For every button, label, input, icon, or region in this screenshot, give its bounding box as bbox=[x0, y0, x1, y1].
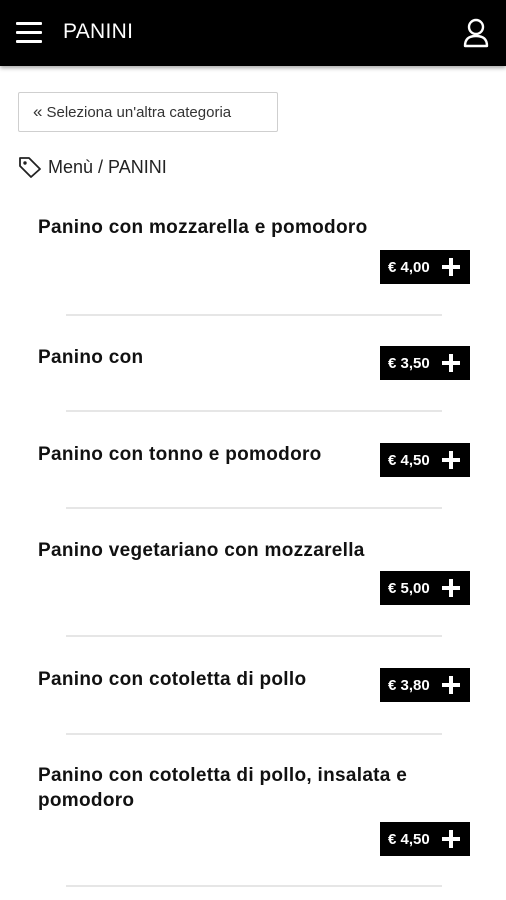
plus-icon bbox=[442, 579, 460, 597]
breadcrumb: Menù / PANINI bbox=[18, 155, 167, 179]
item-name: Panino vegetariano con mozzarella bbox=[38, 540, 365, 561]
add-to-cart-button[interactable]: € 4,50 bbox=[380, 443, 470, 477]
hamburger-menu-icon[interactable] bbox=[16, 22, 44, 44]
add-to-cart-button[interactable]: € 4,50 bbox=[380, 822, 470, 856]
item-price: € 3,50 bbox=[388, 354, 430, 372]
item-name: Panino con cotoletta di pollo, insalata … bbox=[38, 765, 408, 811]
add-to-cart-button[interactable]: € 3,80 bbox=[380, 668, 470, 702]
item-price: € 4,50 bbox=[388, 451, 430, 469]
select-another-category-button[interactable]: « Seleziona un'altra categoria bbox=[18, 92, 278, 132]
item-price: € 4,50 bbox=[388, 830, 430, 848]
divider bbox=[66, 314, 442, 316]
page-title: PANINI bbox=[63, 20, 134, 43]
back-button-label: Seleziona un'altra categoria bbox=[46, 103, 232, 121]
item-price: € 3,80 bbox=[388, 676, 430, 694]
breadcrumb-text: Menù / PANINI bbox=[48, 156, 167, 177]
divider bbox=[66, 733, 442, 735]
item-name: Panino con mozzarella e pomodoro bbox=[38, 217, 368, 238]
user-icon[interactable] bbox=[462, 17, 490, 49]
item-price: € 4,00 bbox=[388, 258, 430, 276]
add-to-cart-button[interactable]: € 4,00 bbox=[380, 250, 470, 284]
plus-icon bbox=[442, 258, 460, 276]
divider bbox=[66, 410, 442, 412]
double-chevron-left-icon: « bbox=[33, 101, 43, 121]
plus-icon bbox=[442, 676, 460, 694]
item-price: € 5,00 bbox=[388, 579, 430, 597]
add-to-cart-button[interactable]: € 3,50 bbox=[380, 346, 470, 380]
top-app-bar: PANINI bbox=[0, 0, 506, 66]
divider bbox=[66, 507, 442, 509]
divider bbox=[66, 635, 442, 637]
divider bbox=[66, 885, 442, 887]
plus-icon bbox=[442, 830, 460, 848]
plus-icon bbox=[442, 451, 460, 469]
plus-icon bbox=[442, 354, 460, 372]
tag-icon bbox=[19, 157, 41, 178]
add-to-cart-button[interactable]: € 5,00 bbox=[380, 571, 470, 605]
